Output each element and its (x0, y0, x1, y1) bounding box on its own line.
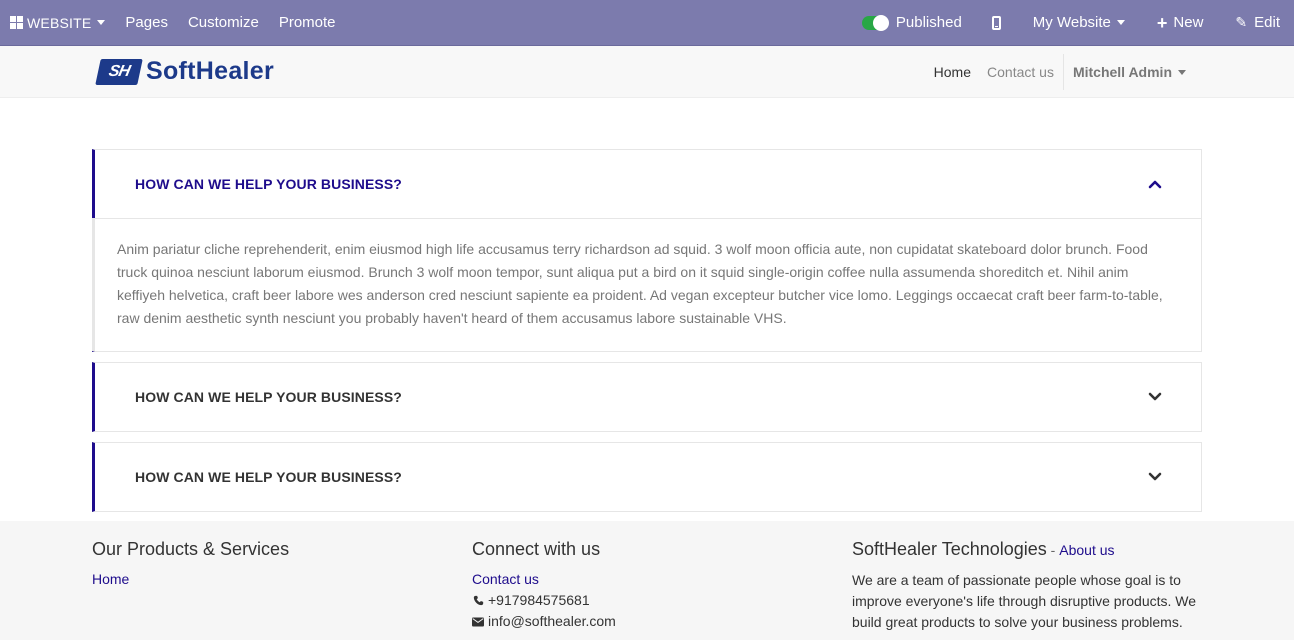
footer-products-title: Our Products & Services (92, 539, 290, 559)
footer-about-text: We are a team of passionate people whose… (852, 572, 1197, 630)
nav-home[interactable]: Home (926, 64, 979, 80)
toggle-switch-icon (861, 14, 889, 31)
promote-menu[interactable]: Promote (269, 0, 346, 45)
new-label: New (1173, 14, 1204, 31)
customize-menu[interactable]: Customize (178, 0, 269, 45)
faq-title: HOW CAN WE HELP YOUR BUSINESS? (135, 389, 402, 405)
faq-item: HOW CAN WE HELP YOUR BUSINESS? (92, 362, 1202, 432)
footer-about-column: SoftHealer Technologies - About us We ar… (852, 539, 1202, 633)
faq-item: HOW CAN WE HELP YOUR BUSINESS? Anim pari… (92, 149, 1202, 352)
caret-down-icon (1116, 20, 1125, 25)
mobile-phone-icon (991, 15, 1001, 30)
my-website-label: My Website (1032, 14, 1111, 31)
footer-about-title: SoftHealer Technologies - About us (852, 539, 1202, 561)
website-menu-label: WEBSITE (27, 14, 92, 31)
footer-connect-title: Connect with us (472, 539, 601, 559)
logo-text: SoftHealer (146, 57, 275, 85)
my-website-menu[interactable]: My Website (1017, 0, 1141, 45)
pencil-icon: ✎ (1235, 14, 1248, 30)
faq-accordion: HOW CAN WE HELP YOUR BUSINESS? Anim pari… (92, 149, 1202, 522)
footer-phone-number: +917984575681 (488, 592, 590, 608)
pages-menu[interactable]: Pages (115, 0, 178, 45)
nav-divider (1062, 54, 1064, 90)
chevron-up-icon[interactable] (1147, 176, 1163, 192)
faq-title: HOW CAN WE HELP YOUR BUSINESS? (135, 176, 402, 192)
edit-button[interactable]: ✎ Edit (1221, 0, 1294, 45)
logo-mark: SH (95, 58, 143, 85)
envelope-icon (472, 617, 484, 627)
faq-item: HOW CAN WE HELP YOUR BUSINESS? (92, 442, 1202, 512)
published-toggle[interactable]: Published (852, 0, 976, 45)
faq-header[interactable]: HOW CAN WE HELP YOUR BUSINESS? (95, 150, 1201, 218)
chevron-down-icon[interactable] (1147, 389, 1163, 405)
chevron-down-icon[interactable] (1147, 469, 1163, 485)
site-header: SH SoftHealer Home Contact us Mitchell A… (0, 46, 1294, 98)
caret-down-icon (97, 20, 106, 25)
footer-title-separator: - (1046, 542, 1060, 558)
footer-phone: +917984575681 (472, 590, 616, 611)
website-editor-bar: WEBSITE Pages Customize Promote Publishe… (0, 0, 1294, 46)
website-apps-menu[interactable]: WEBSITE (0, 0, 115, 45)
footer-email-address: info@softhealer.com (488, 613, 616, 629)
editor-bar-left: WEBSITE Pages Customize Promote (0, 0, 346, 45)
user-name: Mitchell Admin (1072, 64, 1172, 80)
faq-header[interactable]: HOW CAN WE HELP YOUR BUSINESS? (95, 443, 1201, 511)
plus-icon: + (1156, 12, 1168, 33)
footer-about-link[interactable]: About us (1059, 540, 1114, 561)
published-label: Published (895, 14, 962, 31)
mobile-preview-button[interactable] (976, 0, 1017, 45)
caret-down-icon (1178, 69, 1186, 75)
site-footer: Our Products & Services Home Connect wit… (0, 521, 1294, 640)
phone-icon (472, 595, 484, 606)
footer-products-column: Our Products & Services Home (92, 539, 289, 590)
apps-grid-icon (10, 16, 23, 29)
footer-contact-link[interactable]: Contact us (472, 569, 539, 590)
new-button[interactable]: + New (1141, 0, 1222, 45)
user-menu[interactable]: Mitchell Admin (1065, 64, 1194, 80)
site-logo[interactable]: SH SoftHealer (95, 57, 275, 86)
faq-header[interactable]: HOW CAN WE HELP YOUR BUSINESS? (95, 363, 1201, 431)
editor-bar-right: Published My Website + New ✎ Edit (852, 0, 1294, 45)
footer-connect-column: Connect with us Contact us +917984575681… (472, 539, 616, 632)
faq-answer: Anim pariatur cliche reprehenderit, enim… (92, 218, 1201, 351)
footer-home-link[interactable]: Home (92, 569, 129, 590)
faq-title: HOW CAN WE HELP YOUR BUSINESS? (135, 469, 402, 485)
nav-contact-us[interactable]: Contact us (979, 64, 1062, 80)
site-nav: Home Contact us Mitchell Admin (926, 46, 1194, 98)
footer-company-name: SoftHealer Technologies (852, 539, 1047, 559)
footer-email: info@softhealer.com (472, 611, 616, 632)
edit-label: Edit (1254, 14, 1280, 31)
